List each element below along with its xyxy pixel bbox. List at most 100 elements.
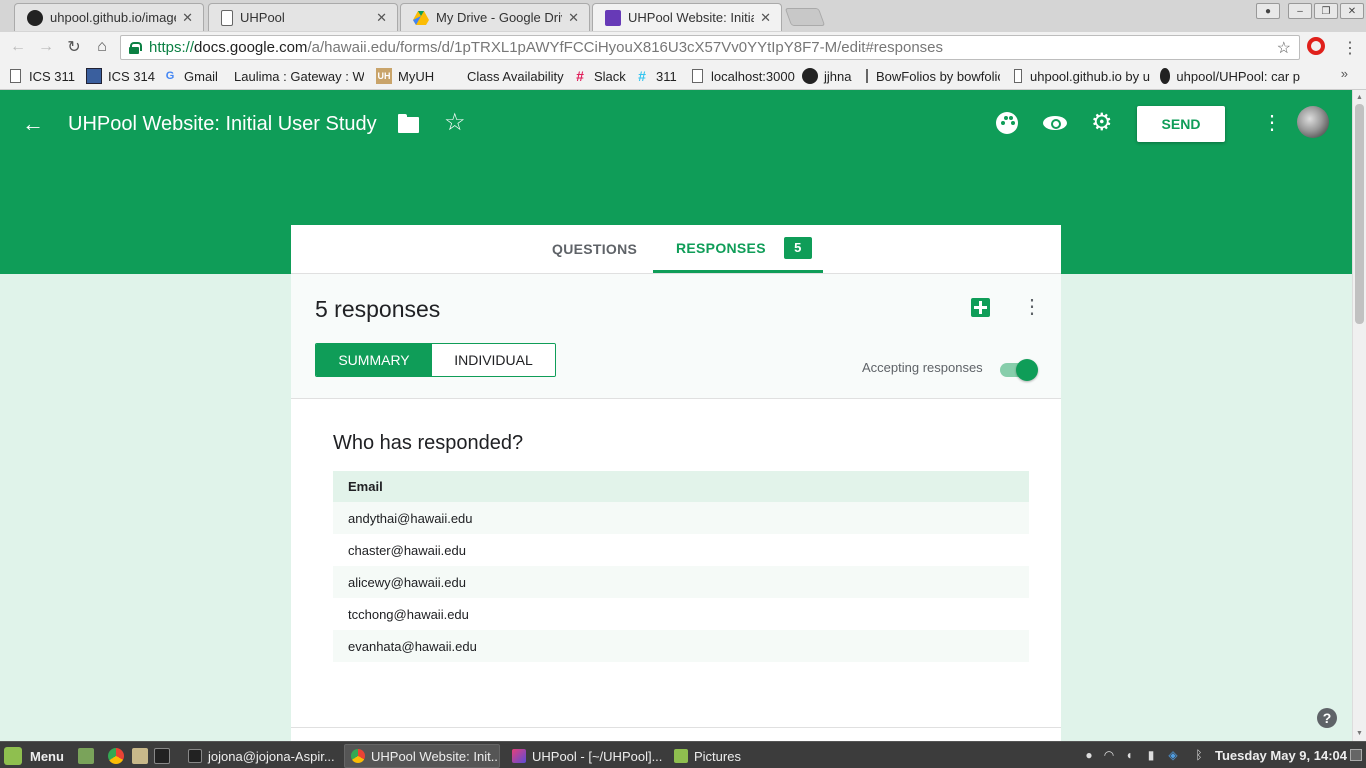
- bookmark-item[interactable]: #311: [634, 67, 677, 85]
- task-label: UHPool Website: Init...: [371, 748, 500, 764]
- user-icon[interactable]: ●: [1082, 748, 1096, 762]
- google-sheets-icon[interactable]: [971, 298, 990, 317]
- form-tabs: QUESTIONS RESPONSES 5: [291, 225, 1061, 273]
- bookmark-item[interactable]: ICS 311: [8, 67, 75, 85]
- help-icon[interactable]: ?: [1317, 708, 1337, 728]
- user-profile-icon[interactable]: ●: [1256, 3, 1280, 19]
- summary-button[interactable]: SUMMARY: [316, 344, 432, 376]
- reload-icon[interactable]: ↻: [64, 37, 84, 57]
- bookmark-label: jjhna: [824, 68, 852, 84]
- bookmark-item[interactable]: UH MyUH: [376, 67, 434, 85]
- bookmark-item[interactable]: jjhna: [802, 67, 851, 85]
- github-icon: [27, 9, 43, 26]
- slack-icon: #: [638, 68, 646, 84]
- back-arrow-icon[interactable]: ←: [22, 110, 44, 138]
- table-row: evanhata@hawaii.edu: [333, 630, 1029, 662]
- individual-button[interactable]: INDIVIDUAL: [432, 344, 555, 376]
- tab-responses[interactable]: RESPONSES 5: [653, 225, 823, 273]
- bookmark-item[interactable]: G Gmail: [162, 67, 218, 85]
- close-icon[interactable]: ✕: [182, 10, 193, 26]
- bookmark-item[interactable]: uhpool.github.io by u: [1012, 67, 1150, 85]
- minimize-icon[interactable]: –: [1288, 3, 1312, 19]
- responses-count-title: 5 responses: [315, 296, 441, 322]
- start-menu-button[interactable]: Menu: [4, 746, 64, 766]
- battery-icon[interactable]: ▮: [1144, 748, 1158, 762]
- table-row: alicewy@hawaii.edu: [333, 566, 1029, 598]
- task-label: jojona@jojona-Aspir...: [208, 748, 334, 764]
- close-icon[interactable]: ✕: [568, 10, 579, 26]
- form-title[interactable]: UHPool Website: Initial User Study: [68, 113, 377, 136]
- close-icon[interactable]: ✕: [376, 10, 387, 26]
- bookmarks-overflow-icon[interactable]: »: [1341, 66, 1348, 81]
- taskbar-task[interactable]: jojona@jojona-Aspir...: [182, 744, 334, 768]
- browser-menu-icon[interactable]: ⋮: [1342, 38, 1358, 58]
- show-desktop-icon[interactable]: [78, 748, 94, 764]
- taskbar-task[interactable]: Pictures: [668, 744, 778, 768]
- page-icon: [221, 9, 233, 26]
- bookmark-star-icon[interactable]: ☆: [1277, 38, 1291, 58]
- new-tab-button[interactable]: [784, 8, 826, 26]
- browser-tab-active[interactable]: UHPool Website: Initial User Study ✕: [592, 3, 782, 31]
- github-icon: [1160, 68, 1171, 84]
- bookmark-label: uhpool.github.io by u: [1030, 68, 1150, 84]
- page-icon: [1014, 69, 1023, 83]
- bookmark-item[interactable]: # Slack: [572, 67, 626, 85]
- bookmark-item[interactable]: localhost:3000: [690, 67, 795, 85]
- url-path: /a/hawaii.edu/forms/d/1pTRXL1pAWYfFCCiHy…: [307, 39, 944, 56]
- forward-arrow-icon[interactable]: →: [36, 37, 56, 57]
- terminal-icon[interactable]: [154, 748, 170, 764]
- intellij-icon: [512, 749, 526, 763]
- taskbar-task[interactable]: UHPool - [~/UHPool]...: [506, 744, 662, 768]
- avatar[interactable]: [1297, 106, 1329, 138]
- taskbar-task-active[interactable]: UHPool Website: Init...: [344, 744, 500, 768]
- scrollbar-thumb[interactable]: [1355, 104, 1364, 324]
- browser-tab[interactable]: My Drive - Google Drive ✕: [400, 3, 590, 31]
- page-scrollbar[interactable]: ▲ ▼: [1352, 90, 1366, 741]
- table-header: Email: [333, 471, 1029, 502]
- wifi-icon[interactable]: ◠: [1102, 748, 1116, 762]
- browser-tab[interactable]: UHPool ✕: [208, 3, 398, 31]
- folder-icon[interactable]: [398, 114, 419, 133]
- bookmark-item[interactable]: BowFolios by bowfolio: [864, 67, 1000, 85]
- files-icon[interactable]: [132, 748, 148, 764]
- browser-tab[interactable]: uhpool.github.io/images/ ✕: [14, 3, 204, 31]
- task-label: UHPool - [~/UHPool]...: [532, 748, 662, 764]
- toggle-thumb: [1016, 359, 1038, 381]
- page-icon: [866, 69, 868, 83]
- bookmark-item[interactable]: Laulima : Gateway : W: [228, 67, 364, 85]
- send-button[interactable]: SEND: [1137, 106, 1225, 142]
- desktop-corner-icon[interactable]: [1350, 749, 1362, 761]
- bookmark-item[interactable]: uhpool/UHPool: car p: [1160, 67, 1300, 85]
- star-icon[interactable]: ☆: [444, 108, 466, 137]
- bookmark-item[interactable]: ICS 314: [86, 67, 155, 85]
- more-vert-icon[interactable]: ⋮: [1022, 294, 1042, 319]
- bookmark-item[interactable]: Class Availability: [445, 67, 564, 85]
- palette-icon[interactable]: [996, 112, 1018, 134]
- back-arrow-icon[interactable]: ←: [8, 37, 28, 57]
- scroll-up-icon[interactable]: ▲: [1356, 94, 1363, 101]
- scroll-down-icon[interactable]: ▼: [1356, 730, 1363, 737]
- chrome-icon[interactable]: [108, 748, 124, 764]
- bluetooth-icon[interactable]: ᛒ: [1192, 748, 1206, 762]
- close-icon[interactable]: ✕: [760, 10, 771, 26]
- more-vert-icon[interactable]: ⋮: [1262, 112, 1282, 134]
- table-row: chaster@hawaii.edu: [348, 542, 466, 558]
- who-responded-heading: Who has responded?: [333, 432, 524, 454]
- window-close-icon[interactable]: ✕: [1340, 3, 1364, 19]
- preview-eye-icon[interactable]: [1043, 114, 1067, 132]
- tab-questions[interactable]: QUESTIONS: [552, 225, 637, 273]
- blank-icon: [445, 68, 461, 84]
- opera-extension-icon[interactable]: [1307, 37, 1325, 55]
- maximize-icon[interactable]: ❐: [1314, 3, 1338, 19]
- clock[interactable]: Tuesday May 9, 14:04: [1215, 748, 1347, 763]
- view-toggle: SUMMARY INDIVIDUAL: [315, 343, 556, 377]
- accepting-responses-toggle[interactable]: [1000, 358, 1038, 381]
- address-bar[interactable]: https:// docs.google.com /a/hawaii.edu/f…: [120, 35, 1300, 60]
- bookmark-label: BowFolios by bowfolio: [876, 68, 1000, 84]
- home-icon[interactable]: ⌂: [92, 37, 112, 57]
- gear-icon[interactable]: ⚙: [1091, 111, 1113, 135]
- volume-icon[interactable]: ◖: [1122, 748, 1136, 762]
- square-icon: [86, 68, 102, 84]
- bookmark-label: Gmail: [184, 68, 218, 84]
- shield-icon[interactable]: ◈: [1166, 748, 1180, 762]
